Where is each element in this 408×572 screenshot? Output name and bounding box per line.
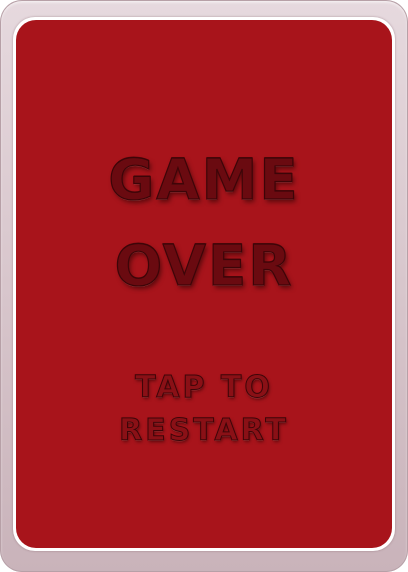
card-rim: GAME OVER TAP TO RESTART (13, 17, 395, 551)
tap-to-restart-line-2[interactable]: RESTART (16, 413, 392, 449)
game-over-title-line-1: GAME (108, 147, 300, 213)
game-over-card-frame: GAME OVER TAP TO RESTART (0, 0, 408, 572)
tap-to-restart-line-1[interactable]: TAP TO (16, 370, 392, 406)
game-over-title-line-2: OVER (114, 233, 294, 299)
game-over-panel[interactable]: GAME OVER TAP TO RESTART (16, 20, 392, 548)
